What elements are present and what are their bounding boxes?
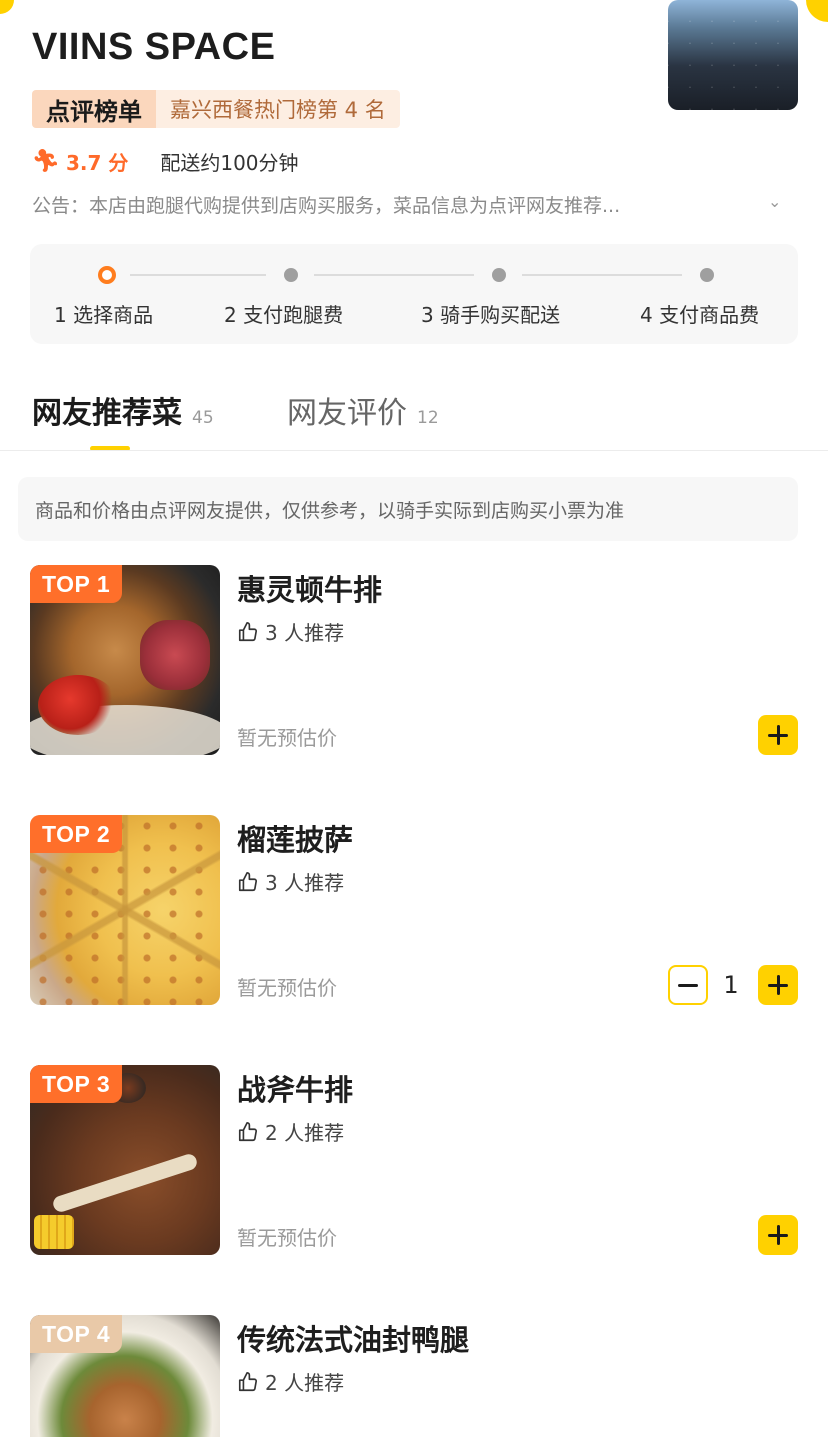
step-2-dot — [284, 268, 298, 282]
shop-photo[interactable] — [668, 0, 798, 110]
corner-accent — [0, 0, 14, 14]
dish-item[interactable]: TOP 1 惠灵顿牛排 3 人推荐 暂无预估价 — [30, 565, 798, 755]
dish-image[interactable]: TOP 4 — [30, 1315, 220, 1437]
order-steps: 1 选择商品 2 支付跑腿费 3 骑手购买配送 4 支付商品费 — [30, 244, 798, 344]
plus-icon — [776, 1225, 780, 1245]
step-3-dot — [492, 268, 506, 282]
top-rank-badge: TOP 2 — [30, 815, 123, 853]
step-3-label: 3 骑手购买配送 — [421, 303, 561, 327]
rating-row: 🏃︎ 3.7 分 配送约100分钟 — [32, 147, 299, 176]
ranking-badge-tag: 点评榜单 — [32, 90, 156, 128]
runner-icon: 🏃︎ — [32, 149, 60, 174]
dish-price: 暂无预估价 — [237, 726, 337, 750]
thumbs-up-icon — [238, 621, 258, 641]
tabs-divider — [0, 450, 828, 451]
top-rank-badge: TOP 3 — [30, 1065, 123, 1103]
add-button[interactable] — [758, 1215, 798, 1255]
shop-notice[interactable]: 公告：本店由跑腿代购提供到店购买服务，菜品信息为点评网友推荐... — [32, 191, 792, 218]
dish-name: 战斧牛排 — [237, 1073, 354, 1107]
thumbs-up-icon — [238, 1121, 258, 1141]
ranking-badge-text: 嘉兴西餐热门榜第 4 名 — [156, 90, 400, 128]
step-4-dot — [700, 268, 714, 282]
dish-likes: 2 人推荐 — [237, 1117, 344, 1146]
step-2-label: 2 支付跑腿费 — [224, 303, 344, 327]
dish-likes: 3 人推荐 — [237, 867, 344, 896]
meat — [140, 620, 210, 690]
step-line — [314, 274, 474, 276]
tab-recommended-dishes[interactable]: 网友推荐菜 45 — [32, 388, 214, 432]
thumbs-up-icon — [238, 871, 258, 891]
corn — [34, 1215, 74, 1249]
thumbs-up-icon — [238, 1371, 258, 1391]
dish-item[interactable]: TOP 2 榴莲披萨 3 人推荐 暂无预估价 1 — [30, 815, 798, 1005]
step-1-label: 1 选择商品 — [54, 303, 154, 327]
minus-icon — [678, 983, 698, 987]
bone — [51, 1152, 199, 1214]
add-button[interactable] — [758, 965, 798, 1005]
dish-item[interactable]: TOP 4 传统法式油封鸭腿 2 人推荐 — [30, 1315, 798, 1437]
dish-price: 暂无预估价 — [237, 976, 337, 1000]
step-line — [130, 274, 266, 276]
shop-name: VIINS SPACE — [32, 26, 276, 68]
remove-button[interactable] — [668, 965, 708, 1005]
corner-accent — [806, 0, 828, 22]
shop-rating: 3.7 分 — [65, 151, 129, 175]
dish-image[interactable]: TOP 1 — [30, 565, 220, 755]
tab-label: 网友推荐菜 — [32, 396, 182, 431]
top-rank-badge: TOP 1 — [30, 565, 123, 603]
dish-likes-text: 2 人推荐 — [265, 1121, 345, 1145]
dish-name: 惠灵顿牛排 — [237, 573, 383, 607]
dish-image[interactable]: TOP 3 — [30, 1065, 220, 1255]
dish-item[interactable]: TOP 3 战斧牛排 2 人推荐 暂无预估价 — [30, 1065, 798, 1255]
dish-price: 暂无预估价 — [237, 1226, 337, 1250]
dish-likes: 3 人推荐 — [237, 617, 344, 646]
dish-name: 榴莲披萨 — [237, 823, 354, 857]
chevron-down-icon[interactable]: ⌄ — [768, 192, 781, 211]
ranking-badge[interactable]: 点评榜单 嘉兴西餐热门榜第 4 名 — [32, 90, 400, 128]
plus-icon — [776, 725, 780, 745]
dish-likes-text: 2 人推荐 — [265, 1371, 345, 1395]
garnish — [38, 675, 118, 735]
tab-label: 网友评价 — [287, 396, 407, 431]
tab-count: 12 — [417, 408, 439, 428]
dish-likes-text: 3 人推荐 — [265, 621, 345, 645]
price-disclaimer: 商品和价格由点评网友提供，仅供参考，以骑手实际到店购买小票为准 — [18, 477, 798, 541]
add-button[interactable] — [758, 715, 798, 755]
step-1-dot — [98, 266, 116, 284]
dish-name: 传统法式油封鸭腿 — [237, 1323, 470, 1357]
tab-reviews[interactable]: 网友评价 12 — [287, 388, 439, 432]
delivery-time: 配送约100分钟 — [160, 151, 299, 175]
tab-count: 45 — [192, 408, 214, 428]
step-line — [522, 274, 682, 276]
shop-photo-pattern — [668, 0, 798, 110]
dish-likes: 2 人推荐 — [237, 1367, 344, 1396]
top-rank-badge: TOP 4 — [30, 1315, 123, 1353]
plus-icon — [776, 975, 780, 995]
dish-image[interactable]: TOP 2 — [30, 815, 220, 1005]
quantity-value: 1 — [723, 971, 739, 999]
step-4-label: 4 支付商品费 — [640, 303, 760, 327]
dish-likes-text: 3 人推荐 — [265, 871, 345, 895]
